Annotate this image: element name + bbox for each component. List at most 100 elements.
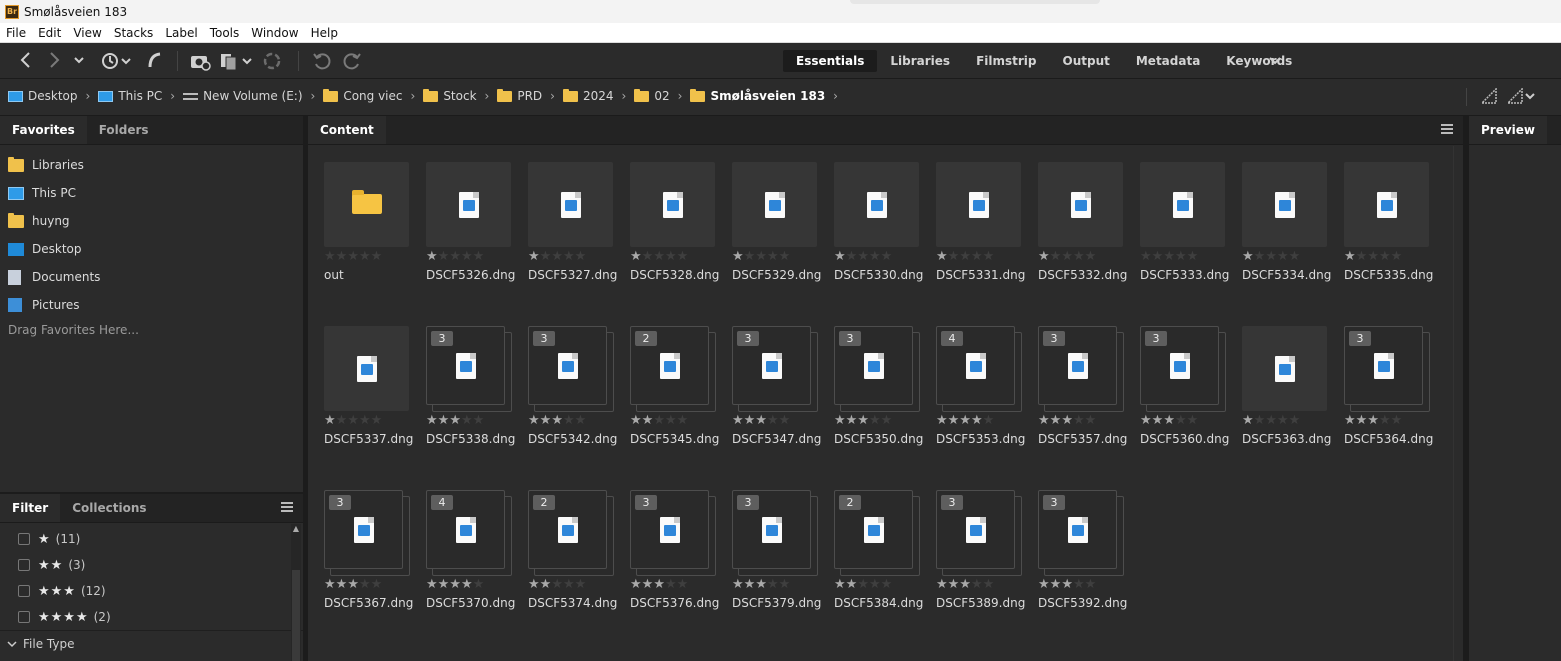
star-icon[interactable]: ★ <box>642 577 654 592</box>
file-thumbnail[interactable]: 4 ★★★★★ DSCF5370.dng <box>426 490 516 625</box>
star-icon[interactable]: ★ <box>473 413 485 428</box>
refine-icon[interactable] <box>262 51 282 71</box>
breadcrumb-chevron-icon[interactable]: › <box>622 89 627 103</box>
star-icon[interactable]: ★ <box>1254 413 1266 428</box>
star-icon[interactable]: ★ <box>642 413 654 428</box>
star-icon[interactable]: ★ <box>834 249 846 264</box>
file-thumbnail[interactable]: ★★★★★ DSCF5334.dng <box>1242 162 1332 297</box>
star-rating[interactable]: ★★★★★ <box>834 250 892 264</box>
favorite-libraries[interactable]: Libraries <box>0 151 303 179</box>
file-thumbnail[interactable]: ★★★★★ DSCF5333.dng <box>1140 162 1230 297</box>
star-rating[interactable]: ★★★★★ <box>1038 414 1096 428</box>
star-icon[interactable]: ★ <box>371 413 383 428</box>
star-icon[interactable]: ★ <box>528 249 540 264</box>
star-icon[interactable]: ★ <box>426 413 438 428</box>
star-icon[interactable]: ★ <box>1379 249 1391 264</box>
star-icon[interactable]: ★ <box>653 577 665 592</box>
file-thumbnail[interactable]: 3 ★★★★★ DSCF5364.dng <box>1344 326 1434 461</box>
star-icon[interactable]: ★ <box>948 413 960 428</box>
star-rating[interactable]: ★★★★★ <box>426 578 484 592</box>
star-icon[interactable]: ★ <box>1367 413 1379 428</box>
breadcrumb-chevron-icon[interactable]: › <box>411 89 416 103</box>
star-icon[interactable]: ★ <box>869 413 881 428</box>
star-icon[interactable]: ★ <box>1140 413 1152 428</box>
stack-count-badge[interactable]: 3 <box>1349 331 1371 346</box>
star-icon[interactable]: ★ <box>1175 413 1187 428</box>
star-icon[interactable]: ★ <box>426 249 438 264</box>
menu-edit[interactable]: Edit <box>32 26 67 40</box>
star-icon[interactable]: ★ <box>857 577 869 592</box>
star-icon[interactable]: ★ <box>1152 413 1164 428</box>
filter-checkbox[interactable] <box>18 585 30 597</box>
star-icon[interactable]: ★ <box>1085 577 1097 592</box>
star-icon[interactable]: ★ <box>1391 413 1403 428</box>
star-icon[interactable]: ★ <box>551 249 563 264</box>
star-rating[interactable]: ★★★★★ <box>630 250 688 264</box>
filter-rating-1[interactable]: ★ (11) <box>0 526 303 552</box>
breadcrumb-chevron-icon[interactable]: › <box>86 89 91 103</box>
star-icon[interactable]: ★ <box>1061 577 1073 592</box>
star-icon[interactable]: ★ <box>438 577 450 592</box>
star-icon[interactable]: ★ <box>971 249 983 264</box>
star-icon[interactable]: ★ <box>324 249 336 264</box>
star-rating[interactable]: ★★★★★ <box>732 414 790 428</box>
star-icon[interactable]: ★ <box>336 577 348 592</box>
tab-collections[interactable]: Collections <box>60 494 158 522</box>
stack-count-badge[interactable]: 3 <box>737 495 759 510</box>
star-icon[interactable]: ★ <box>359 249 371 264</box>
tab-content[interactable]: Content <box>308 116 386 144</box>
recent-history-icon[interactable] <box>100 51 134 71</box>
filter-checkbox[interactable] <box>18 559 30 571</box>
star-icon[interactable]: ★ <box>936 413 948 428</box>
star-icon[interactable]: ★ <box>1175 249 1187 264</box>
file-thumbnail[interactable]: ★★★★★ DSCF5331.dng <box>936 162 1026 297</box>
star-icon[interactable]: ★ <box>371 577 383 592</box>
stack-count-badge[interactable]: 2 <box>635 331 657 346</box>
star-rating[interactable]: ★★★★★ <box>1038 250 1096 264</box>
star-icon[interactable]: ★ <box>677 249 689 264</box>
file-thumbnail[interactable]: 3 ★★★★★ DSCF5392.dng <box>1038 490 1128 625</box>
star-icon[interactable]: ★ <box>744 413 756 428</box>
stack-count-badge[interactable]: 3 <box>329 495 351 510</box>
star-icon[interactable]: ★ <box>971 577 983 592</box>
file-thumbnail[interactable]: 2 ★★★★★ DSCF5345.dng <box>630 326 720 461</box>
star-icon[interactable]: ★ <box>449 413 461 428</box>
file-thumbnail[interactable]: 3 ★★★★★ DSCF5360.dng <box>1140 326 1230 461</box>
panel-menu-icon[interactable] <box>281 502 293 512</box>
star-rating[interactable]: ★★★★★ <box>324 250 382 264</box>
star-icon[interactable]: ★ <box>1163 249 1175 264</box>
star-icon[interactable]: ★ <box>983 413 995 428</box>
star-icon[interactable]: ★ <box>834 577 846 592</box>
star-icon[interactable]: ★ <box>359 413 371 428</box>
quality-dropdown-icon[interactable] <box>1506 87 1539 108</box>
star-icon[interactable]: ★ <box>575 577 587 592</box>
star-icon[interactable]: ★ <box>1038 577 1050 592</box>
star-icon[interactable]: ★ <box>1277 413 1289 428</box>
file-thumbnail[interactable]: ★★★★★ DSCF5337.dng <box>324 326 414 461</box>
workspace-libraries[interactable]: Libraries <box>877 50 963 72</box>
menu-file[interactable]: File <box>0 26 32 40</box>
stack-count-badge[interactable]: 2 <box>839 495 861 510</box>
file-thumbnail[interactable]: ★★★★★ DSCF5327.dng <box>528 162 618 297</box>
star-icon[interactable]: ★ <box>540 577 552 592</box>
star-icon[interactable]: ★ <box>563 249 575 264</box>
filter-checkbox[interactable] <box>18 533 30 545</box>
tab-folders[interactable]: Folders <box>87 116 161 144</box>
star-icon[interactable]: ★ <box>1356 413 1368 428</box>
star-icon[interactable]: ★ <box>779 249 791 264</box>
star-icon[interactable]: ★ <box>869 249 881 264</box>
star-icon[interactable]: ★ <box>630 249 642 264</box>
star-icon[interactable]: ★ <box>347 249 359 264</box>
star-rating[interactable]: ★★★★★ <box>936 250 994 264</box>
file-thumbnail[interactable]: 3 ★★★★★ DSCF5350.dng <box>834 326 924 461</box>
breadcrumb-chevron-icon[interactable]: › <box>170 89 175 103</box>
star-icon[interactable]: ★ <box>732 577 744 592</box>
star-icon[interactable]: ★ <box>677 413 689 428</box>
file-thumbnail[interactable]: 3 ★★★★★ DSCF5357.dng <box>1038 326 1128 461</box>
star-icon[interactable]: ★ <box>665 249 677 264</box>
tab-preview[interactable]: Preview <box>1469 116 1548 144</box>
file-thumbnail[interactable]: ★★★★★ DSCF5328.dng <box>630 162 720 297</box>
star-icon[interactable]: ★ <box>936 249 948 264</box>
favorite-this-pc[interactable]: This PC <box>0 179 303 207</box>
star-icon[interactable]: ★ <box>779 413 791 428</box>
